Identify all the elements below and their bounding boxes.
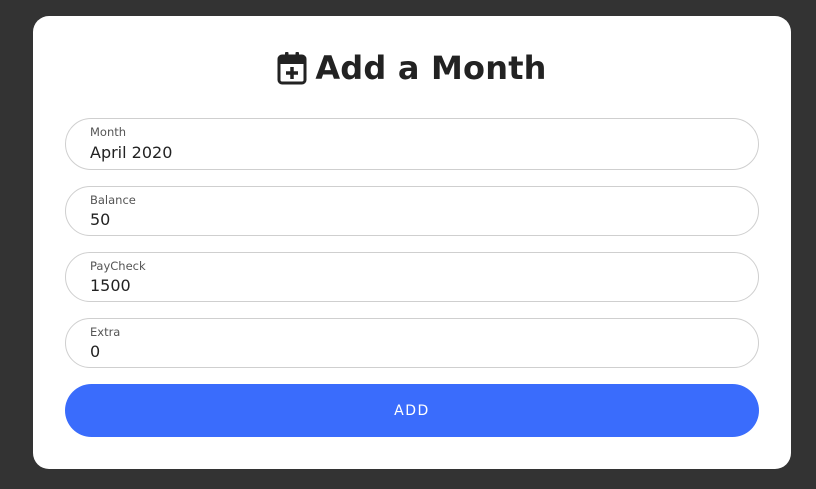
paycheck-field[interactable]: PayCheck 1500 [65,252,759,302]
month-value[interactable]: April 2020 [90,143,172,162]
balance-value[interactable]: 50 [90,210,110,229]
month-label: Month [90,125,127,139]
month-field[interactable]: Month April 2020 [65,118,759,170]
balance-field[interactable]: Balance 50 [65,186,759,236]
dialog-title: Add a Month [315,49,547,87]
balance-label: Balance [90,193,136,207]
paycheck-value[interactable]: 1500 [90,276,131,295]
extra-value[interactable]: 0 [90,342,100,361]
calendar-plus-icon [277,51,307,85]
extra-label: Extra [90,325,121,339]
extra-field[interactable]: Extra 0 [65,318,759,368]
paycheck-label: PayCheck [90,259,146,273]
add-button[interactable]: ADD [65,384,759,437]
dialog-header: Add a Month [33,46,791,90]
add-month-dialog: Add a Month Month April 2020 Balance 50 … [33,16,791,469]
